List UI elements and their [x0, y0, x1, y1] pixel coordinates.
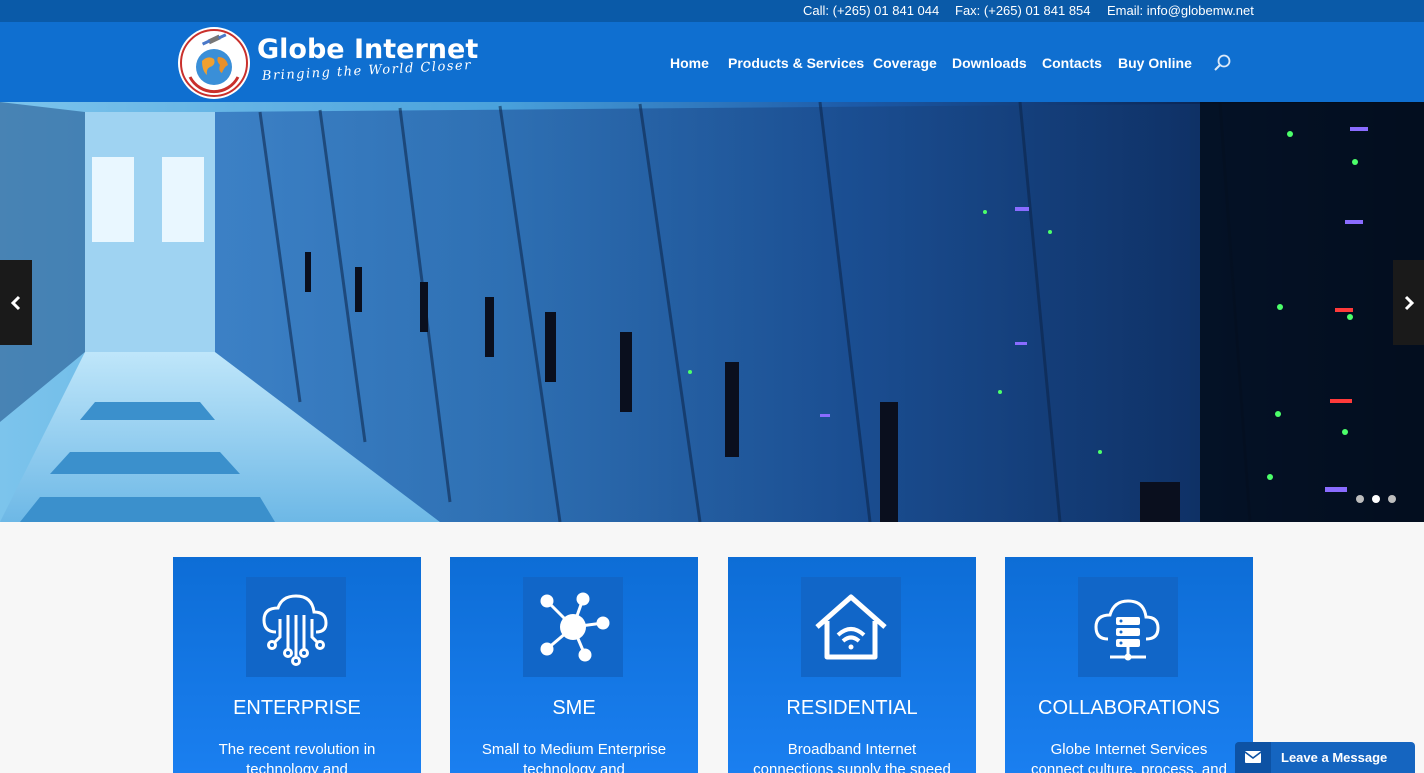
- slider-next-button[interactable]: [1393, 260, 1424, 345]
- card-title: ENTERPRISE: [233, 697, 361, 719]
- chevron-right-icon: [1404, 295, 1415, 311]
- card-title: SME: [552, 697, 596, 719]
- nav-contacts[interactable]: Contacts: [1042, 55, 1102, 71]
- nav-buy-online[interactable]: Buy Online: [1118, 55, 1192, 71]
- home-wifi-icon: [801, 577, 901, 677]
- email-link[interactable]: Email: info@globemw.net: [1107, 3, 1254, 18]
- card-text: Small to Medium Enterprise technology an…: [481, 741, 667, 773]
- globe-satellite-icon[interactable]: [178, 27, 250, 99]
- card-title: COLLABORATIONS: [1038, 697, 1220, 719]
- card-collaborations[interactable]: COLLABORATIONS Globe Internet Services c…: [1005, 557, 1253, 773]
- site-header: Globe Internet Bringing the World Closer…: [0, 22, 1424, 102]
- card-text: Broadband Internet connections supply th…: [753, 741, 951, 773]
- slider-dots: [1354, 495, 1402, 505]
- leave-message-widget[interactable]: Leave a Message: [1235, 742, 1415, 773]
- hero-slider: [0, 102, 1424, 522]
- card-text: Globe Internet Services connect culture,…: [1031, 741, 1227, 773]
- card-enterprise[interactable]: ENTERPRISE The recent revolution in tech…: [173, 557, 421, 773]
- slider-dot[interactable]: [1356, 495, 1364, 503]
- top-contact-bar: Call: (+265) 01 841 044 Fax: (+265) 01 8…: [0, 0, 1424, 22]
- leave-message-label: Leave a Message: [1281, 750, 1388, 765]
- nav-coverage[interactable]: Coverage: [873, 55, 937, 71]
- card-text: The recent revolution in technology and: [218, 741, 376, 773]
- search-icon[interactable]: [1211, 52, 1233, 74]
- phone-number[interactable]: Call: (+265) 01 841 044: [803, 3, 939, 18]
- nav-home[interactable]: Home: [670, 55, 709, 71]
- network-hub-icon: [523, 577, 623, 677]
- card-residential[interactable]: RESIDENTIAL Broadband Internet connectio…: [728, 557, 976, 773]
- hero-image: [0, 102, 1424, 522]
- slider-dot-active[interactable]: [1372, 495, 1380, 503]
- envelope-icon: [1235, 742, 1271, 773]
- cloud-circuit-icon: [246, 577, 346, 677]
- nav-downloads[interactable]: Downloads: [952, 55, 1027, 71]
- card-sme[interactable]: SME Small to Medium Enterprise technolog…: [450, 557, 698, 773]
- chevron-left-icon: [10, 295, 21, 311]
- slider-prev-button[interactable]: [0, 260, 32, 345]
- slider-dot[interactable]: [1388, 495, 1396, 503]
- card-title: RESIDENTIAL: [786, 697, 918, 719]
- nav-products-services[interactable]: Products & Services: [728, 55, 864, 71]
- cloud-server-icon: [1078, 577, 1178, 677]
- fax-number: Fax: (+265) 01 841 854: [955, 3, 1091, 18]
